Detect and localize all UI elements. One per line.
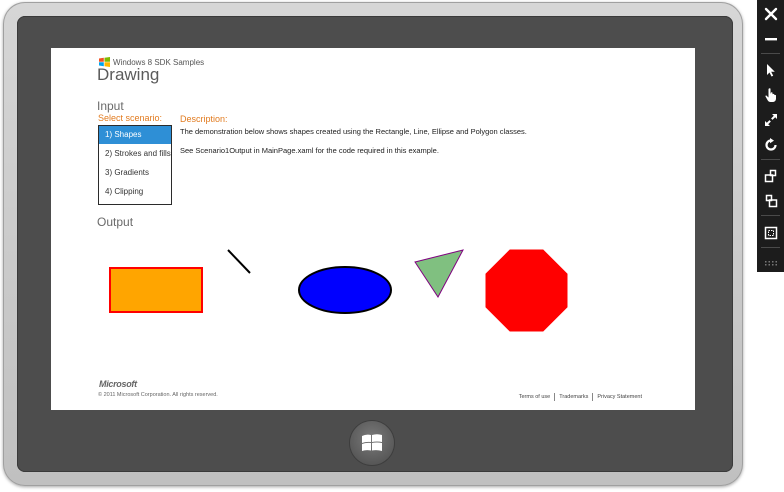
shape-triangle <box>414 249 464 298</box>
shape-rectangle <box>109 267 203 313</box>
rotate-counterclockwise-button[interactable] <box>757 190 784 212</box>
resolution-button[interactable] <box>757 222 784 244</box>
terms-of-use-link[interactable]: Terms of use <box>519 394 550 400</box>
privacy-statement-link[interactable]: Privacy Statement <box>597 394 642 400</box>
resolution-icon <box>764 226 777 240</box>
mouse-mode-button[interactable] <box>757 59 784 81</box>
touch-mode-button[interactable] <box>757 84 784 106</box>
rotate-button[interactable] <box>757 134 784 156</box>
simulator-toolbar <box>757 0 784 272</box>
close-button[interactable] <box>757 3 784 25</box>
mouse-mode-icon <box>766 64 775 77</box>
touch-mode-icon <box>764 88 776 102</box>
trademarks-link[interactable]: Trademarks <box>559 394 588 400</box>
pinch-zoom-icon <box>764 114 777 126</box>
more-icon <box>764 261 777 266</box>
rotate-icon <box>764 138 777 151</box>
windows-start-button[interactable] <box>350 421 394 465</box>
footer-links: Terms of use Trademarks Privacy Statemen… <box>519 393 642 401</box>
pinch-zoom-button[interactable] <box>757 109 784 131</box>
windows-logo-icon <box>362 434 382 451</box>
toolbar-divider <box>761 247 780 248</box>
footer-divider <box>592 393 594 401</box>
close-icon <box>764 7 777 21</box>
shape-octagon <box>485 249 568 332</box>
rotate-clockwise-button[interactable] <box>757 165 784 187</box>
minimize-icon <box>764 38 777 41</box>
microsoft-logo: Microsoft <box>99 379 137 389</box>
minimize-button[interactable] <box>757 28 784 50</box>
shape-line <box>227 249 251 274</box>
more-options-button[interactable] <box>757 252 784 274</box>
copyright-text: © 2011 Microsoft Corporation. All rights… <box>98 392 218 398</box>
shape-ellipse <box>298 266 392 314</box>
toolbar-divider <box>761 159 780 160</box>
rotate-counterclockwise-icon <box>765 194 777 208</box>
toolbar-divider <box>761 53 780 54</box>
rotate-clockwise-icon <box>764 169 776 183</box>
output-canvas <box>109 249 568 332</box>
toolbar-divider <box>761 215 780 216</box>
footer-divider <box>554 393 556 401</box>
app-screen: Windows 8 SDK Samples Drawing Input Sele… <box>51 48 695 410</box>
